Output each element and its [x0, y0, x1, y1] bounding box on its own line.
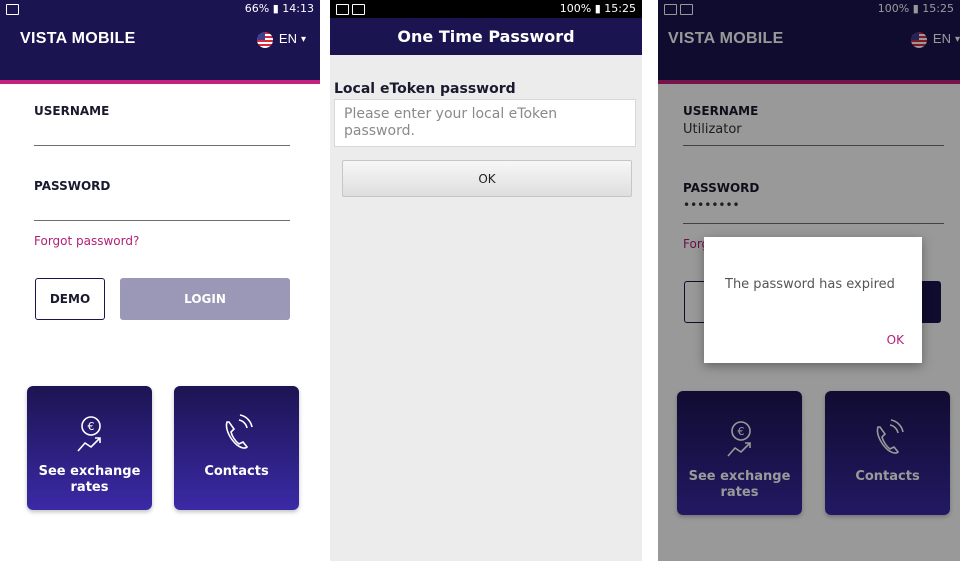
status-bar-info: 66% ▮ 14:13 [244, 2, 314, 15]
svg-text:€: € [87, 420, 94, 433]
ok-button[interactable]: OK [342, 160, 632, 197]
app-title: VISTA MOBILE [20, 30, 136, 47]
username-field[interactable] [34, 145, 290, 146]
otp-title: One Time Password [330, 18, 642, 55]
login-button[interactable]: LOGIN [120, 278, 290, 320]
login-screen: 66% ▮ 14:13 VISTA MOBILE EN ▾ USERNAME PA… [0, 0, 320, 561]
dialog-message: The password has expired [725, 277, 895, 292]
status-bar-info: 100% ▮ 15:25 [559, 2, 636, 15]
language-code: EN [278, 31, 297, 46]
dialog-ok-button[interactable]: OK [887, 333, 904, 347]
app-bar [0, 18, 320, 80]
status-bar: 100% ▮ 15:25 [330, 0, 642, 18]
euro-trend-icon: € [27, 414, 152, 452]
username-label: USERNAME [34, 104, 110, 118]
chevron-down-icon: ▾ [300, 34, 306, 46]
language-selector[interactable]: EN ▾ [256, 31, 306, 48]
expired-password-dialog: The password has expired OK [704, 237, 922, 363]
expired-password-screen: 100% ▮ 15:25 VISTA MOBILE EN ▾ USERNAME U… [658, 0, 960, 561]
phone-call-icon [174, 414, 299, 452]
forgot-password-link[interactable]: Forgot password? [34, 234, 139, 248]
etoken-password-input[interactable]: Please enter your local eToken password. [334, 99, 636, 147]
image-notification-icon [6, 3, 19, 15]
demo-button[interactable]: DEMO [35, 278, 105, 320]
password-label: PASSWORD [34, 179, 111, 193]
password-field[interactable] [34, 220, 290, 221]
us-flag-icon [256, 31, 273, 48]
image-notification-icon [336, 3, 349, 15]
status-bar: 66% ▮ 14:13 [0, 0, 320, 18]
otp-screen: 100% ▮ 15:25 One Time Password Local eTo… [330, 0, 642, 561]
app-bar-accent [0, 80, 320, 84]
exchange-rates-tile[interactable]: € See exchange rates [27, 386, 152, 510]
lock-notification-icon [352, 3, 365, 15]
etoken-label: Local eToken password [334, 81, 516, 97]
contacts-tile[interactable]: Contacts [174, 386, 299, 510]
tile-label: See exchange rates [38, 464, 141, 495]
tile-label: Contacts [204, 464, 269, 479]
